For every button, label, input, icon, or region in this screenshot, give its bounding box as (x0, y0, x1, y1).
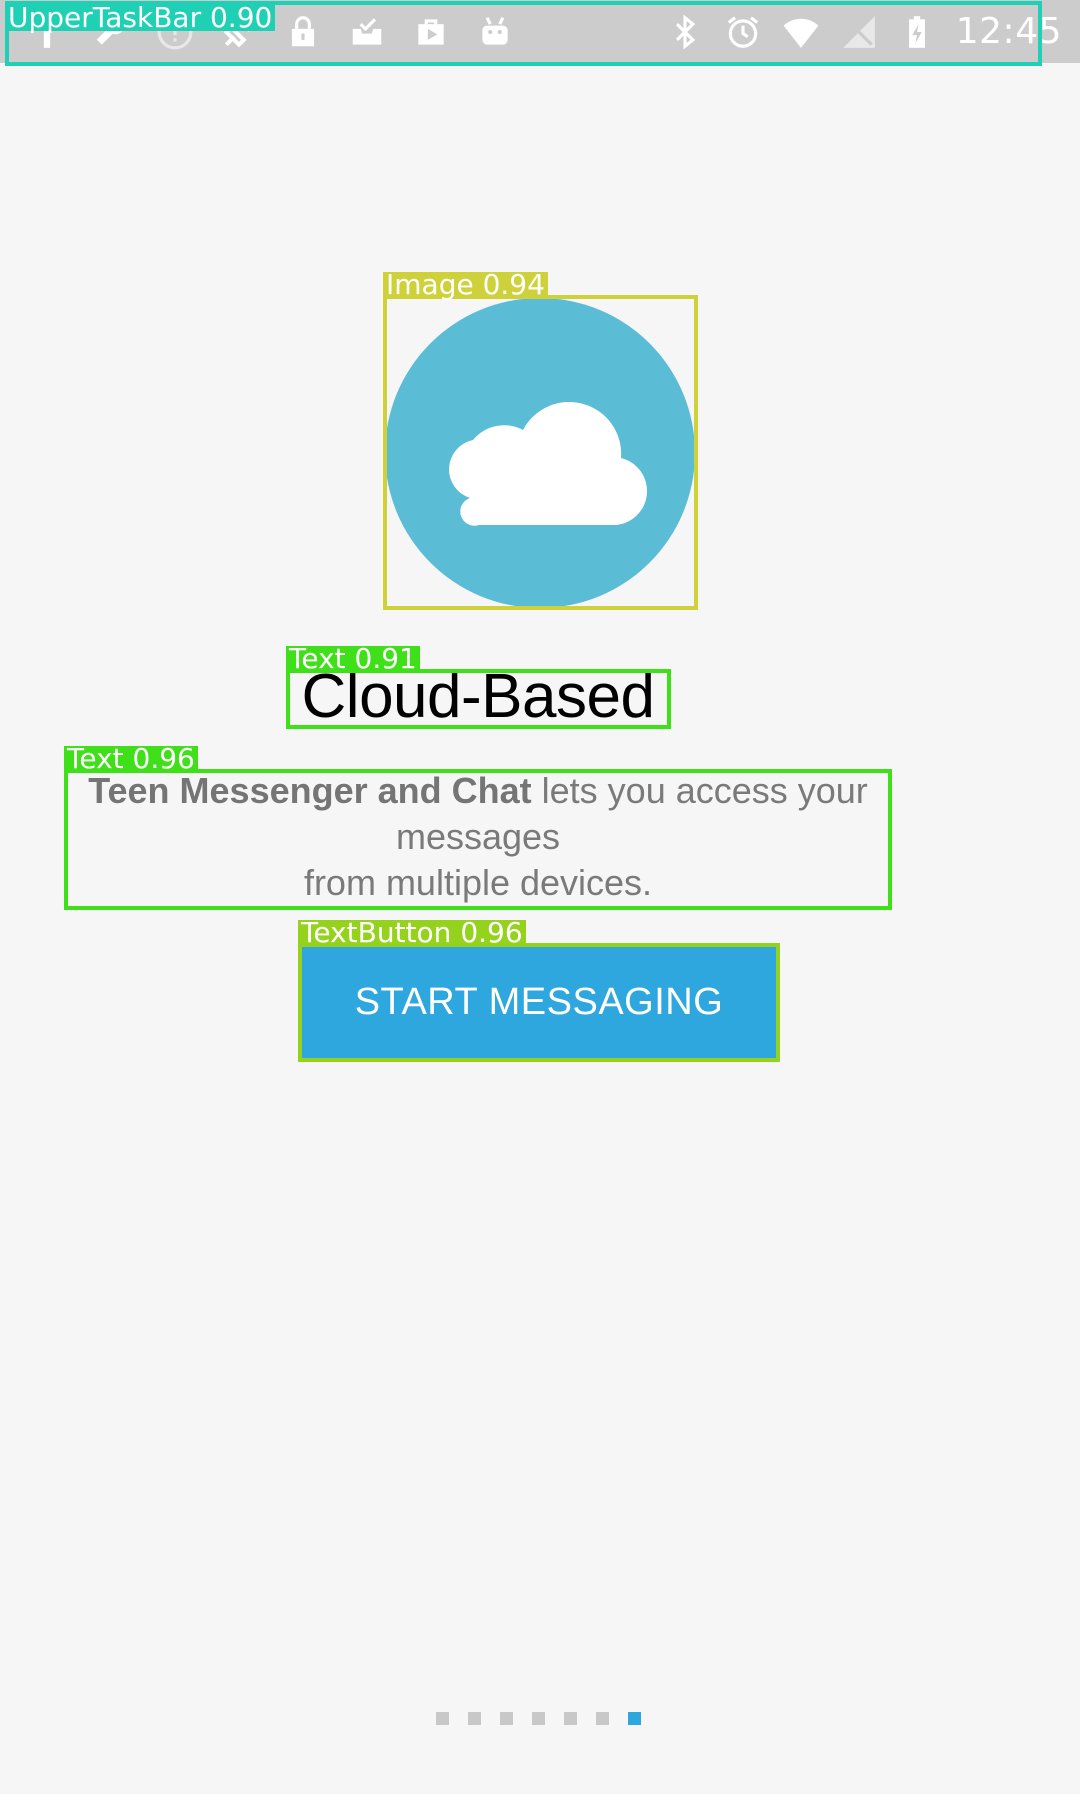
button-box-label: TextButton 0.96 (298, 919, 526, 947)
satellite-icon (220, 13, 258, 51)
cloud-icon (385, 298, 695, 608)
description-text: Teen Messenger and Chat lets you access … (66, 768, 890, 906)
wrench-icon (92, 13, 130, 51)
page-title: Cloud-Based (301, 662, 655, 731)
system-status-icons: 12:45 (666, 0, 1062, 63)
page-dot[interactable] (500, 1712, 513, 1725)
status-clock: 12:45 (955, 11, 1062, 52)
alarm-icon (724, 13, 762, 51)
page-dot[interactable] (596, 1712, 609, 1725)
wifi-icon (782, 13, 820, 51)
image-box-label: Image 0.94 (383, 271, 548, 299)
status-bar: 12:45 (0, 0, 1080, 63)
app-name: Teen Messenger and Chat (88, 770, 532, 811)
play-store-icon (412, 13, 450, 51)
start-messaging-button[interactable]: START MESSAGING (302, 946, 776, 1058)
page-dot[interactable] (436, 1712, 449, 1725)
no-signal-icon (840, 13, 878, 51)
description-line2: messages (395, 816, 561, 857)
android-icon (476, 13, 514, 51)
cloud-image (385, 298, 695, 608)
bluetooth-icon (666, 13, 704, 51)
torch-icon (28, 13, 66, 51)
lock-icon (284, 13, 322, 51)
description-line1: lets you access your (531, 770, 868, 811)
inbox-icon (348, 13, 386, 51)
info-icon (156, 13, 194, 51)
page-dot-active[interactable] (628, 1712, 641, 1725)
page-dot[interactable] (468, 1712, 481, 1725)
notification-icons (28, 0, 514, 63)
battery-charging-icon (898, 13, 936, 51)
page-dot[interactable] (564, 1712, 577, 1725)
description-line3: from multiple devices. (303, 862, 653, 903)
page-indicator (436, 1712, 641, 1725)
page-dot[interactable] (532, 1712, 545, 1725)
